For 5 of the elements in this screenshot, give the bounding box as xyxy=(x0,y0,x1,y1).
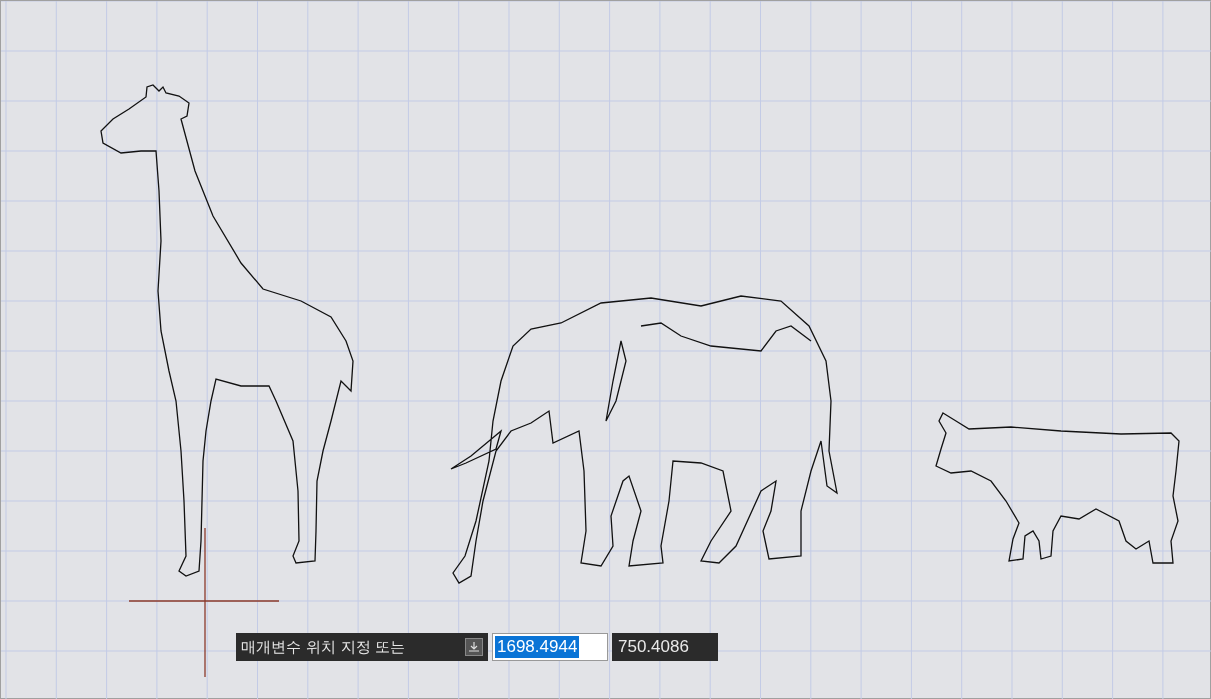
download-icon[interactable] xyxy=(465,638,483,656)
prompt-label: 매개변수 위치 지정 또는 xyxy=(241,636,407,658)
coordinate-field[interactable]: 750.4086 xyxy=(612,633,718,661)
coordinate-field[interactable]: 1698.4944 xyxy=(492,633,608,661)
drawing-canvas[interactable]: 매개변수 위치 지정 또는 1698.4944 750.4086 xyxy=(0,0,1211,699)
